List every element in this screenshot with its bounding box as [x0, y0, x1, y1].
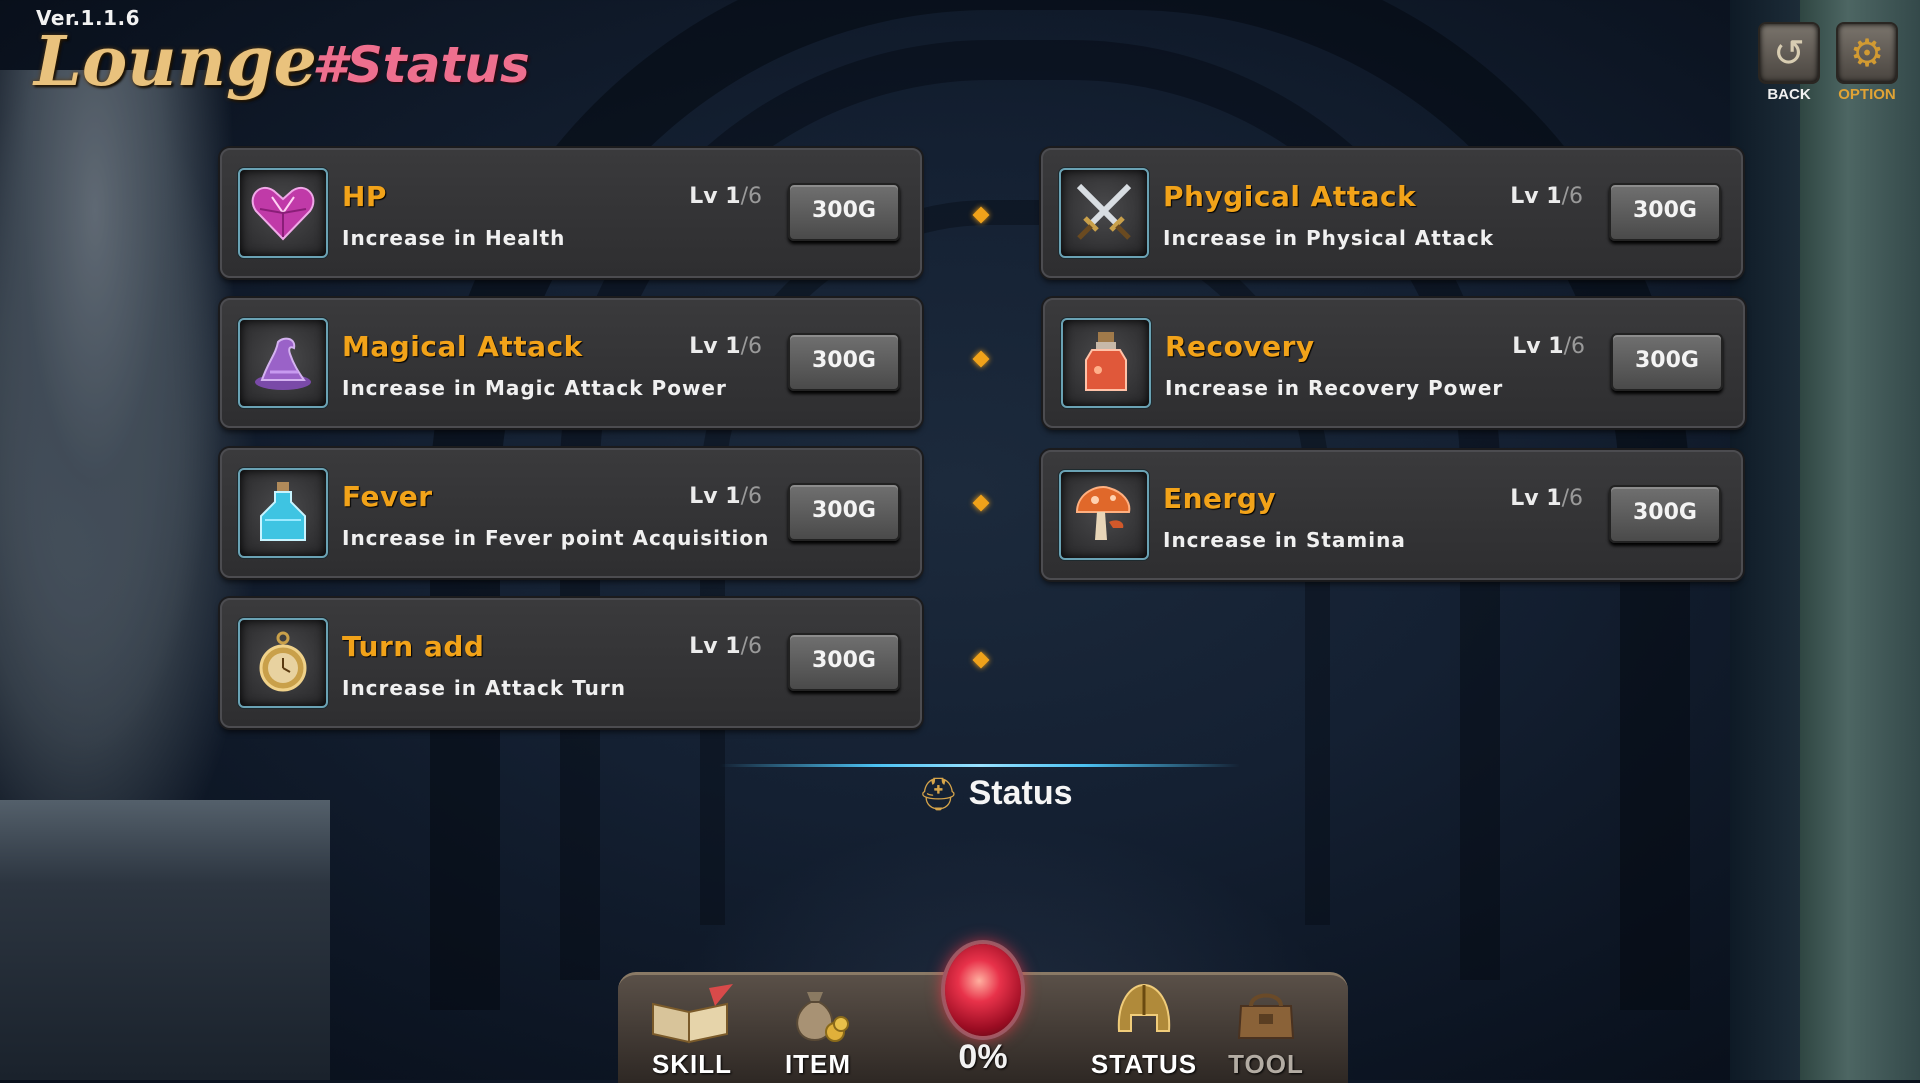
level-prefix: Lv [1510, 184, 1539, 209]
connector-gem-icon [972, 651, 990, 669]
stat-description: Increase in Health [342, 226, 566, 250]
level-max: 6 [1569, 486, 1583, 511]
background-pillar [1800, 0, 1920, 1080]
upgrade-price-button[interactable]: 300G [788, 183, 900, 241]
stat-name: Fever [342, 480, 433, 513]
option-button-label: OPTION [1838, 86, 1896, 103]
nav-item-label: ITEM [784, 1049, 852, 1079]
back-arrow-icon: ↺ [1758, 22, 1820, 84]
stat-description: Increase in Recovery Power [1165, 376, 1504, 400]
nav-tool[interactable]: TOOL [1206, 979, 1326, 1080]
back-button-label: BACK [1767, 86, 1811, 103]
level-current: 1 [1546, 486, 1562, 511]
nav-skill[interactable]: SKILL [632, 979, 752, 1080]
stat-level: Lv 1/6 [1510, 486, 1583, 511]
level-current: 1 [1546, 184, 1562, 209]
option-button[interactable]: ⚙ OPTION [1836, 22, 1898, 103]
helmet-icon: ⛑ [918, 774, 959, 813]
money-bag-icon [772, 979, 864, 1049]
upgrade-price-button[interactable]: 300G [1611, 333, 1723, 391]
level-prefix: Lv [689, 484, 718, 509]
page-subtitle: #Status [312, 36, 530, 94]
helmet-icon [1098, 979, 1190, 1049]
level-prefix: Lv [1512, 334, 1541, 359]
stat-card-energy[interactable]: Energy Increase in Stamina Lv 1/6 300G [1041, 450, 1743, 580]
stat-name: Magical Attack [342, 330, 583, 363]
back-button[interactable]: ↺ BACK [1758, 22, 1820, 103]
stat-level: Lv 1/6 [1512, 334, 1585, 359]
upgrade-price-button[interactable]: 300G [1609, 485, 1721, 543]
level-max: 6 [1571, 334, 1585, 359]
upgrade-price-button[interactable]: 300G [788, 483, 900, 541]
stat-level: Lv 1/6 [689, 334, 762, 359]
red-orb-icon [945, 944, 1021, 1036]
level-current: 1 [725, 634, 741, 659]
level-max: 6 [748, 184, 762, 209]
stat-description: Increase in Attack Turn [342, 676, 626, 700]
pocket-watch-icon [238, 618, 328, 708]
progress-orb[interactable]: 0% [908, 940, 1058, 1080]
level-prefix: Lv [689, 634, 718, 659]
nav-item[interactable]: ITEM [758, 979, 878, 1080]
nav-status-label: STATUS [1090, 1049, 1198, 1079]
stat-card-hp[interactable]: HP Increase in Health Lv 1/6 300G [220, 148, 922, 278]
stat-name: Turn add [342, 630, 485, 663]
stat-level: Lv 1/6 [689, 634, 762, 659]
stat-description: Increase in Fever point Acquisition [342, 526, 770, 550]
mushroom-icon [1059, 470, 1149, 560]
blue-potion-icon [238, 468, 328, 558]
level-max: 6 [748, 334, 762, 359]
stat-name: Energy [1163, 482, 1277, 515]
upgrade-price-button[interactable]: 300G [788, 633, 900, 691]
stat-description: Increase in Physical Attack [1163, 226, 1495, 250]
level-prefix: Lv [689, 334, 718, 359]
stat-description: Increase in Magic Attack Power [342, 376, 727, 400]
stat-name: Phygical Attack [1163, 180, 1417, 213]
red-potion-icon [1061, 318, 1151, 408]
statue-pedestal [0, 800, 330, 1080]
stat-card-physical-attack[interactable]: Phygical Attack Increase in Physical Att… [1041, 148, 1743, 278]
nav-skill-label: SKILL [651, 1049, 733, 1079]
level-current: 1 [725, 484, 741, 509]
stat-card-magical-attack[interactable]: Magical Attack Increase in Magic Attack … [220, 298, 922, 428]
stat-description: Increase in Stamina [1163, 528, 1406, 552]
wizard-hat-icon [238, 318, 328, 408]
nav-tool-label: TOOL [1228, 1049, 1304, 1079]
nav-status[interactable]: STATUS [1084, 979, 1204, 1080]
heart-gem-icon [238, 168, 328, 258]
stat-level: Lv 1/6 [1510, 184, 1583, 209]
section-label: ⛑ Status [918, 774, 1073, 813]
stat-name: Recovery [1165, 330, 1315, 363]
stat-level: Lv 1/6 [689, 484, 762, 509]
page-title: Lounge [34, 22, 317, 102]
progress-percent: 0% [958, 1038, 1008, 1076]
upgrade-price-button[interactable]: 300G [1609, 183, 1721, 241]
level-prefix: Lv [689, 184, 718, 209]
section-divider [720, 764, 1240, 767]
gear-icon: ⚙ [1836, 22, 1898, 84]
upgrade-price-button[interactable]: 300G [788, 333, 900, 391]
stat-card-recovery[interactable]: Recovery Increase in Recovery Power Lv 1… [1043, 298, 1745, 428]
level-max: 6 [748, 484, 762, 509]
level-max: 6 [748, 634, 762, 659]
connector-gem-icon [972, 350, 990, 368]
stat-card-turn-add[interactable]: Turn add Increase in Attack Turn Lv 1/6 … [220, 598, 922, 728]
section-label-text: Status [968, 774, 1073, 812]
level-max: 6 [1569, 184, 1583, 209]
level-current: 1 [1548, 334, 1564, 359]
level-current: 1 [725, 184, 741, 209]
satchel-icon [1220, 979, 1312, 1049]
bottom-nav: SKILL ITEM 0% STATUS TOOL [618, 940, 1348, 1083]
connector-gem-icon [972, 494, 990, 512]
level-current: 1 [725, 334, 741, 359]
level-prefix: Lv [1510, 486, 1539, 511]
stat-name: HP [342, 180, 387, 213]
spellbook-icon [646, 979, 738, 1049]
stat-level: Lv 1/6 [689, 184, 762, 209]
crossed-swords-icon [1059, 168, 1149, 258]
connector-gem-icon [972, 206, 990, 224]
stat-card-fever[interactable]: Fever Increase in Fever point Acquisitio… [220, 448, 922, 578]
